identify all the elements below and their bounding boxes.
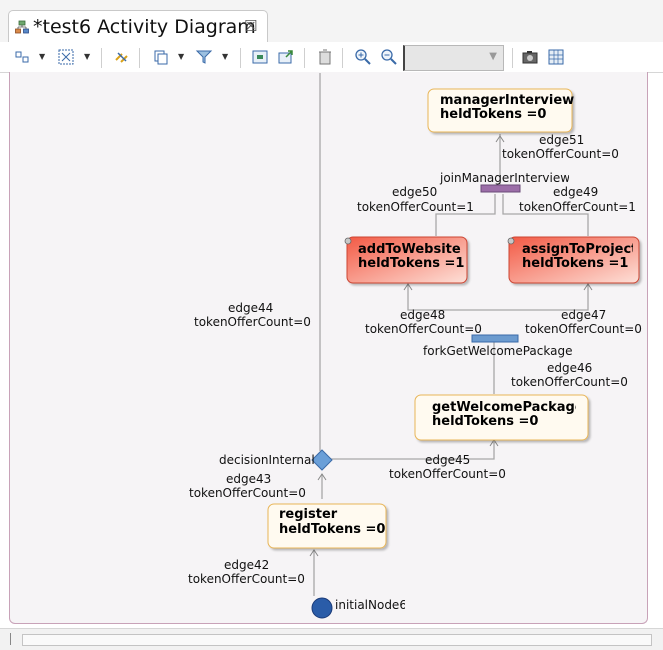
edge50-name: edge50 [392, 185, 437, 199]
node-register[interactable]: register heldTokens =0 [267, 503, 387, 549]
join-node-name: joinManagerInterview [439, 171, 570, 185]
node-name: addToWebsite [358, 242, 461, 257]
horizontal-scrollbar[interactable] [0, 628, 663, 650]
edge45-name: edge45 [425, 453, 470, 467]
initial-node-name: initialNode6 [335, 598, 407, 612]
node-name: register [279, 507, 338, 522]
token-marker-icon [507, 237, 515, 245]
edge42-count: tokenOfferCount=0 [188, 572, 305, 586]
activity-diagram: managerInterview heldTokens =0 addToWebs… [188, 73, 642, 619]
node-manager-interview[interactable]: managerInterview heldTokens =0 [427, 88, 574, 133]
edge51-count: tokenOfferCount=0 [502, 147, 619, 161]
edge46-name: edge46 [547, 361, 592, 375]
node-get-welcome-package[interactable]: getWelcomePackage heldTokens =0 [414, 394, 589, 441]
node-tokens: heldTokens =1 [358, 256, 464, 271]
node-tokens: heldTokens =1 [522, 256, 628, 271]
join-bar[interactable] [480, 184, 521, 193]
node-tokens: heldTokens =0 [432, 414, 538, 429]
edge49-count: tokenOfferCount=1 [519, 200, 636, 214]
edge46-count: tokenOfferCount=0 [511, 375, 628, 389]
scrollbar-track[interactable] [22, 634, 652, 646]
edge48-name: edge48 [400, 308, 445, 322]
node-add-to-website[interactable]: addToWebsite heldTokens =1 [344, 236, 468, 284]
edge43-count: tokenOfferCount=0 [189, 486, 306, 500]
edge47-name: edge47 [561, 308, 606, 322]
edge48-line[interactable] [407, 284, 494, 311]
fork-node-name: forkGetWelcomePackage [423, 344, 572, 358]
fork-bar[interactable] [471, 334, 519, 343]
edge44-count: tokenOfferCount=0 [194, 315, 311, 329]
edge48-count: tokenOfferCount=0 [365, 322, 482, 336]
decision-node[interactable] [311, 449, 333, 471]
edge45-count: tokenOfferCount=0 [389, 467, 506, 481]
edge51-name: edge51 [539, 133, 584, 147]
node-tokens: heldTokens =0 [440, 107, 546, 122]
token-marker-icon [344, 237, 352, 245]
edge44-name: edge44 [228, 301, 273, 315]
edge47-line[interactable] [494, 284, 589, 311]
edge47-count: tokenOfferCount=0 [525, 322, 642, 336]
edge42-name: edge42 [224, 558, 269, 572]
node-assign-to-project[interactable]: assignToProject heldTokens =1 [507, 236, 640, 284]
node-name: getWelcomePackage [432, 400, 584, 415]
edge43-name: edge43 [226, 472, 271, 486]
node-name: assignToProject [522, 242, 637, 257]
edge49-name: edge49 [553, 185, 598, 199]
initial-node[interactable] [311, 597, 333, 619]
node-tokens: heldTokens =0 [279, 522, 385, 537]
node-name: managerInterview [440, 93, 574, 108]
diagram-labels: edge51 tokenOfferCount=0 joinManagerInte… [188, 133, 642, 612]
decision-node-name: decisionInternal [219, 453, 315, 467]
edge50-count: tokenOfferCount=1 [357, 200, 474, 214]
